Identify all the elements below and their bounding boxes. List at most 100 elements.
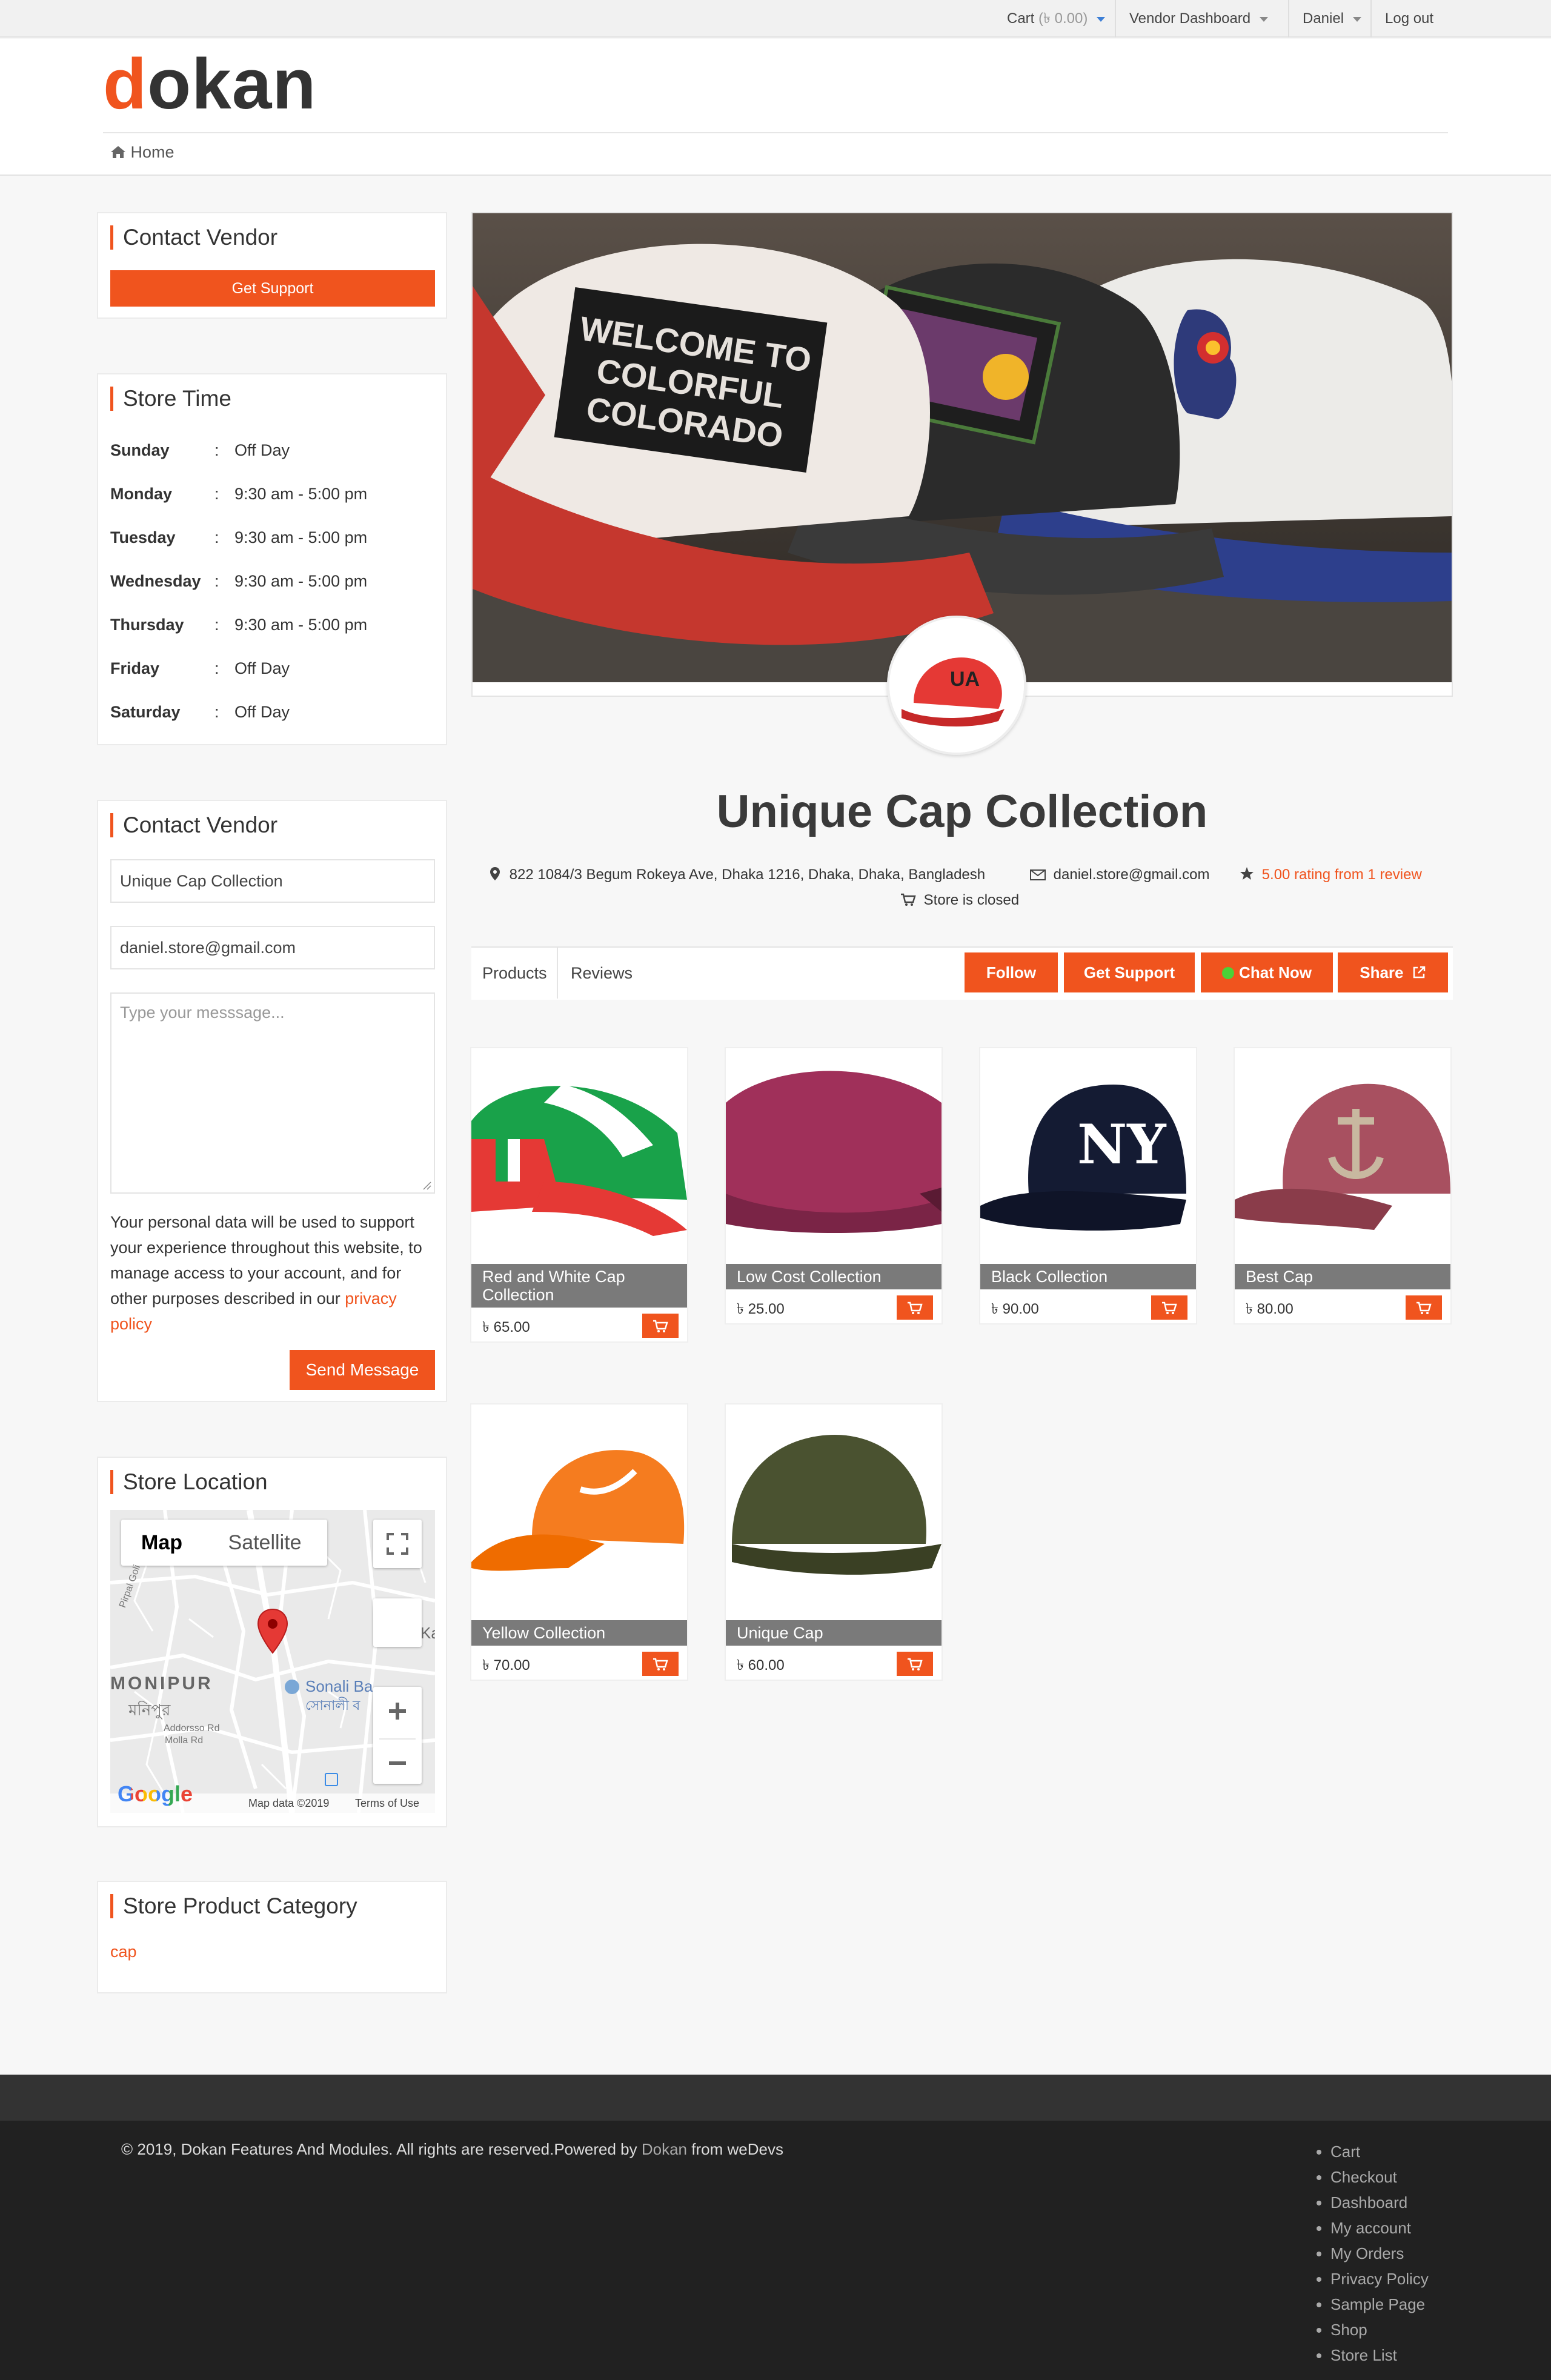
store-email: daniel.store@gmail.com: [1030, 866, 1209, 883]
fullscreen-icon: [387, 1533, 408, 1555]
product-image[interactable]: [471, 1048, 687, 1264]
product-name[interactable]: Yellow Collection: [471, 1620, 687, 1646]
footer-menu-item[interactable]: Cart: [1330, 2139, 1429, 2164]
google-logo[interactable]: Google: [118, 1781, 193, 1807]
share-button[interactable]: Share: [1338, 952, 1448, 992]
tab-reviews[interactable]: Reviews: [561, 948, 642, 999]
store-time-hours: 9:30 am - 5:00 pm: [234, 616, 368, 634]
chevron-down-icon: [1352, 16, 1361, 22]
map-pin-icon[interactable]: [257, 1608, 288, 1654]
footer-menu-item[interactable]: Checkout: [1330, 2164, 1429, 2190]
store-time-day: Saturday: [110, 703, 181, 721]
breadcrumb-home: Home: [130, 143, 174, 161]
product-card[interactable]: Unique Cap ৳ 60.00: [725, 1403, 943, 1681]
transit-icon: [325, 1773, 338, 1786]
user-menu[interactable]: Daniel: [1288, 0, 1375, 38]
vendor-dashboard-menu[interactable]: Vendor Dashboard: [1115, 0, 1281, 38]
footer-menu-item[interactable]: My account: [1330, 2215, 1429, 2241]
product-name[interactable]: Unique Cap: [726, 1620, 942, 1646]
footer-menu-item[interactable]: Dashboard: [1330, 2190, 1429, 2215]
footer-menu-item[interactable]: Sample Page: [1330, 2292, 1429, 2317]
name-field[interactable]: Unique Cap Collection: [110, 859, 435, 903]
wedevs-link[interactable]: weDevs: [727, 2140, 783, 2158]
store-rating-text[interactable]: 5.00 rating from 1 review: [1262, 866, 1422, 883]
message-textarea[interactable]: Type your messsage...: [110, 992, 435, 1194]
map-terms-link[interactable]: Terms of Use: [355, 1797, 419, 1810]
category-link[interactable]: cap: [110, 1943, 137, 1961]
product-name[interactable]: Best Cap: [1235, 1264, 1450, 1289]
get-support-button[interactable]: Get Support: [110, 270, 435, 307]
product-image[interactable]: [726, 1048, 942, 1264]
product-card[interactable]: Yellow Collection ৳ 70.00: [470, 1403, 688, 1681]
street-view-button[interactable]: [373, 1598, 422, 1647]
add-to-cart-button[interactable]: [642, 1314, 679, 1338]
follow-button[interactable]: Follow: [965, 952, 1058, 992]
zoom-out-icon[interactable]: [373, 1740, 422, 1787]
add-to-cart-button[interactable]: [1406, 1295, 1442, 1320]
chat-now-label: Chat Now: [1239, 963, 1312, 982]
chat-now-button[interactable]: Chat Now: [1201, 952, 1333, 992]
footer-menu-item[interactable]: Shop: [1330, 2317, 1429, 2342]
widget-title: Store Product Category: [110, 1894, 357, 1918]
widget-title: Store Time: [110, 387, 231, 411]
footer-menu-item[interactable]: My Orders: [1330, 2241, 1429, 2266]
map-poi-label-bn: সোনালী ব: [305, 1698, 360, 1713]
product-card[interactable]: Low Cost Collection ৳ 25.00: [725, 1047, 943, 1325]
email-field[interactable]: daniel.store@gmail.com: [110, 926, 435, 969]
add-to-cart-button[interactable]: [897, 1295, 933, 1320]
widget-title: Contact Vendor: [110, 225, 277, 250]
map-road-label: Molla Rd: [165, 1735, 204, 1746]
dokan-link[interactable]: Dokan: [642, 2140, 687, 2158]
map-tab[interactable]: Map: [121, 1520, 202, 1566]
footer-menu-item[interactable]: Store List: [1330, 2342, 1429, 2368]
product-card[interactable]: Best Cap ৳ 80.00: [1234, 1047, 1452, 1325]
product-name[interactable]: Low Cost Collection: [726, 1264, 942, 1289]
user-name: Daniel: [1303, 10, 1344, 27]
store-map[interactable]: Map Satellite MONIPUR মনিপুর Addorsso Rd…: [110, 1510, 435, 1813]
send-message-button[interactable]: Send Message: [290, 1350, 435, 1390]
store-time-day: Wednesday: [110, 572, 201, 590]
store-time-day: Sunday: [110, 441, 170, 459]
star-icon: [1240, 867, 1254, 880]
product-image[interactable]: [726, 1404, 942, 1620]
product-name[interactable]: Red and White Cap Collection: [471, 1264, 687, 1308]
store-rating: 5.00 rating from 1 review: [1240, 866, 1422, 883]
store-time-row: Thursday:9:30 am - 5:00 pm: [110, 616, 437, 640]
home-icon: [111, 146, 125, 158]
site-logo[interactable]: dokan: [103, 48, 317, 120]
store-category-widget: Store Product Category cap: [97, 1881, 447, 1993]
add-to-cart-button[interactable]: [897, 1652, 933, 1676]
product-card[interactable]: Red and White Cap Collection ৳ 65.00: [470, 1047, 688, 1343]
product-name[interactable]: Black Collection: [980, 1264, 1196, 1289]
add-to-cart-button[interactable]: [642, 1652, 679, 1676]
product-card[interactable]: NY Black Collection ৳ 90.00: [979, 1047, 1197, 1325]
shopping-cart-icon: [908, 1301, 923, 1314]
store-time-colon: :: [214, 528, 219, 547]
store-time-row: Saturday: Off Day: [110, 703, 437, 727]
contact-vendor-widget: Contact Vendor Get Support: [97, 212, 447, 319]
store-email-text[interactable]: daniel.store@gmail.com: [1054, 866, 1210, 883]
map-poi-label: Sonali Ba: [305, 1677, 373, 1695]
shopping-cart-icon: [901, 893, 916, 906]
satellite-tab[interactable]: Satellite: [202, 1520, 327, 1566]
get-support-button[interactable]: Get Support: [1064, 952, 1195, 992]
resize-handle-icon[interactable]: [422, 1180, 431, 1190]
tab-products[interactable]: Products: [473, 948, 558, 999]
product-image[interactable]: NY: [980, 1048, 1196, 1264]
vendor-dashboard-label: Vendor Dashboard: [1129, 10, 1251, 27]
map-type-toggle: Map Satellite: [121, 1520, 327, 1566]
store-time-hours: Off Day: [234, 703, 290, 721]
store-time-day: Thursday: [110, 616, 184, 634]
store-time-hours: 9:30 am - 5:00 pm: [234, 572, 368, 590]
product-image[interactable]: [471, 1404, 687, 1620]
footer-menu-item[interactable]: Privacy Policy: [1330, 2266, 1429, 2292]
fullscreen-button[interactable]: [373, 1520, 422, 1568]
cart-menu[interactable]: Cart (৳ 0.00): [994, 0, 1118, 38]
breadcrumb[interactable]: Home: [110, 143, 174, 162]
shopping-cart-icon: [908, 1658, 923, 1670]
product-image[interactable]: [1235, 1048, 1450, 1264]
zoom-in-icon[interactable]: [373, 1687, 422, 1735]
store-avatar[interactable]: UA: [887, 616, 1026, 755]
logout-link[interactable]: Log out: [1370, 0, 1447, 38]
add-to-cart-button[interactable]: [1151, 1295, 1187, 1320]
